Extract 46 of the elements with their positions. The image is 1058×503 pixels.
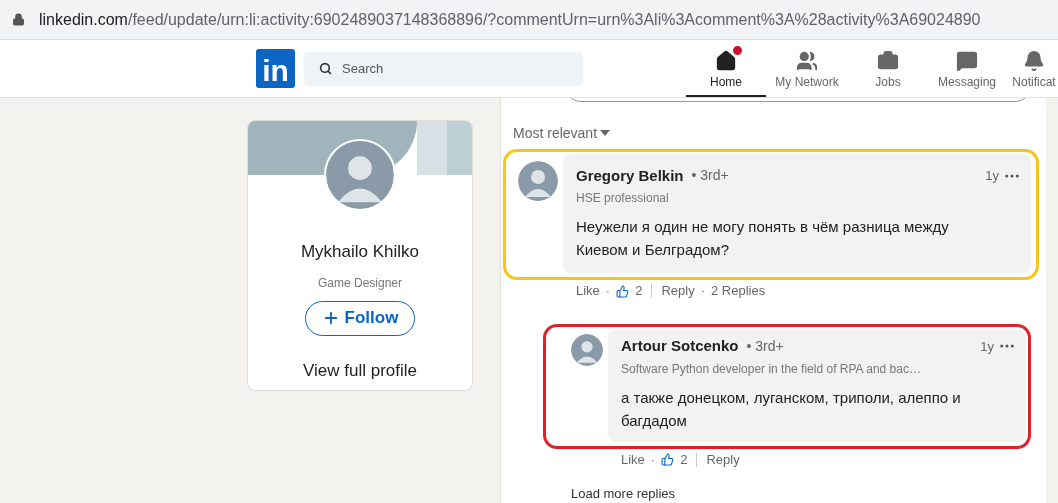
- caret-icon: [600, 130, 611, 136]
- people-icon: [796, 50, 818, 72]
- house-icon: [715, 50, 737, 72]
- reaction-icon: [661, 453, 675, 466]
- reply-link[interactable]: Reply: [661, 281, 695, 301]
- separator-dot: ·: [700, 282, 706, 301]
- author-headline: Software Python developer in the field of RPA and bac…: [621, 360, 922, 378]
- like-link[interactable]: Like: [576, 281, 600, 301]
- comment-time: 1y: [985, 167, 999, 185]
- nav-item[interactable]: Jobs: [848, 40, 928, 97]
- address-bar[interactable]: linkedin.com/feed/update/urn:li:activity:6902489037148368896/?commentUrn=urn%3Ali%3Acomment%3A%28activity%3A69024890: [0, 0, 1058, 40]
- sort-dropdown[interactable]: Most relevant: [513, 122, 598, 144]
- author-headline: HSE professional: [576, 190, 670, 207]
- profile-headline: Game Designer: [317, 274, 402, 292]
- view-profile-link[interactable]: View full profile: [303, 357, 417, 383]
- reaction-count: 2: [680, 450, 688, 469]
- author-name[interactable]: Artour Sotcenko: [621, 335, 739, 358]
- search-field[interactable]: Search: [304, 51, 583, 86]
- avatar[interactable]: [571, 334, 603, 366]
- connection-degree: • 3rd+: [691, 166, 729, 186]
- reply-link[interactable]: Reply: [706, 449, 740, 470]
- lock-icon: [12, 13, 25, 26]
- search-icon: [319, 62, 332, 75]
- comment-text: Неужели я один не могу понять в чём разница между Киевом и Белградом?: [576, 217, 950, 260]
- load-more-replies[interactable]: Load more replies: [571, 483, 1046, 503]
- replies-link[interactable]: 2 Replies: [711, 281, 766, 301]
- separator-dot: ·: [650, 450, 656, 469]
- reaction-icon: [616, 284, 630, 298]
- nav-item[interactable]: My Network: [766, 40, 848, 97]
- comment-time: 1y: [980, 337, 994, 356]
- avatar[interactable]: [326, 141, 394, 209]
- profile-name[interactable]: Mykhailo Khilko: [300, 239, 420, 265]
- url-text: linkedin.com/feed/update/urn:li:activity:6902489037148368896/?commentUrn=urn%3Ali%3Acomment%3A%28activity%3A69024890: [39, 9, 981, 30]
- reaction-count: 2: [635, 282, 643, 301]
- avatar[interactable]: [518, 160, 558, 201]
- like-link[interactable]: Like: [621, 449, 645, 470]
- nav-item[interactable]: Messaging: [928, 40, 1006, 97]
- author-name[interactable]: Gregory Belkin: [576, 164, 684, 187]
- comment-text: а также донецком, луганском, триполи, алеппо и багдадом: [621, 387, 962, 431]
- bell-icon: [1023, 50, 1045, 72]
- briefcase-icon: [877, 50, 899, 72]
- separator-dot: ·: [605, 282, 611, 301]
- chat-bubble-icon: [956, 50, 978, 72]
- linkedin-logo[interactable]: in: [256, 49, 295, 88]
- nav-item[interactable]: Notificat: [1006, 40, 1058, 97]
- connection-degree: • 3rd+: [746, 336, 784, 356]
